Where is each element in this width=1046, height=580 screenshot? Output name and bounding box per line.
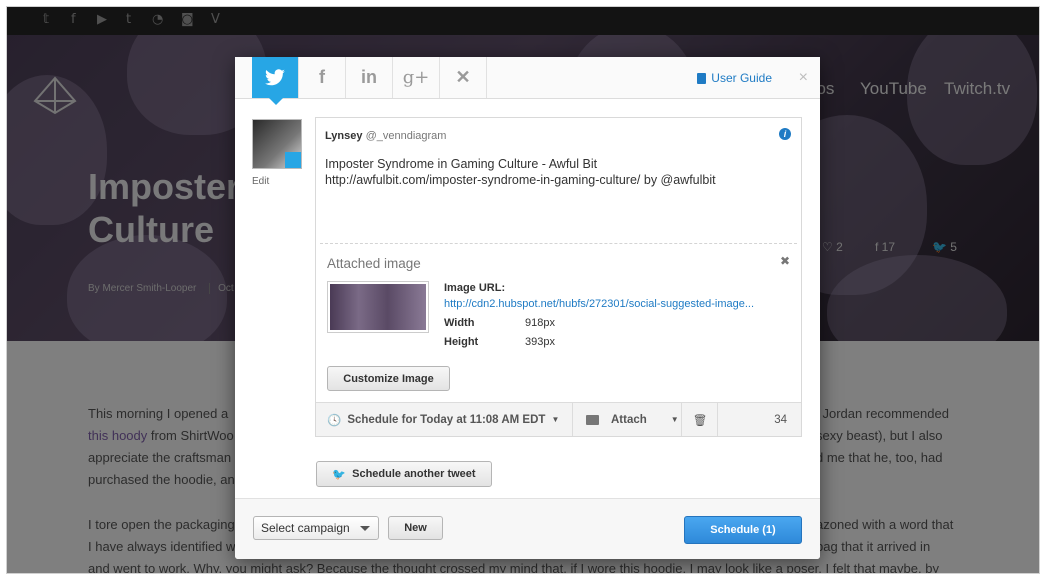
tab-twitter[interactable] xyxy=(252,57,299,105)
tab-facebook[interactable]: f xyxy=(299,57,346,98)
remove-image-icon[interactable]: ✖ xyxy=(780,254,790,268)
schedule-bar: 🕓 Schedule for Today at 11:08 AM EDT ▼ A… xyxy=(316,402,801,436)
tweet-textarea[interactable]: Imposter Syndrome in Gaming Culture - Aw… xyxy=(325,156,785,188)
new-campaign-button[interactable]: New xyxy=(388,516,443,540)
tab-google-plus[interactable]: g+ xyxy=(393,57,440,98)
schedule-button[interactable]: Schedule (1) xyxy=(684,516,802,544)
linkedin-icon: in xyxy=(361,67,377,87)
schedule-another-button[interactable]: 🐦 Schedule another tweet xyxy=(316,461,492,487)
tweet-composer: Lynsey @_venndiagram i Imposter Syndrome… xyxy=(315,117,802,437)
user-guide-link[interactable]: User Guide xyxy=(697,71,772,85)
image-url-link[interactable]: http://cdn2.hubspot.net/hubfs/272301/soc… xyxy=(444,298,789,310)
schedule-dropdown[interactable]: 🕓 Schedule for Today at 11:08 AM EDT ▼ xyxy=(316,403,573,436)
attach-dropdown[interactable]: Attach ▼ xyxy=(574,403,682,436)
char-count: 34 xyxy=(774,413,787,426)
network-tabs: f in g+ ✕ User Guide × xyxy=(235,57,820,105)
edit-account-link[interactable]: Edit xyxy=(252,176,269,187)
customize-image-button[interactable]: Customize Image xyxy=(327,366,450,391)
twitter-badge-icon xyxy=(285,152,301,168)
width-value: 918px xyxy=(525,317,555,329)
social-publish-modal: f in g+ ✕ User Guide × Edit Lynsey @_ven… xyxy=(235,57,820,559)
avatar[interactable] xyxy=(252,119,302,169)
chevron-down-icon: ▼ xyxy=(551,415,560,424)
xing-icon: ✕ xyxy=(455,67,471,87)
browser-frame: 𝕥 f ▶ t ◔ ◙ V eos YouTube Twitch.tv Impo… xyxy=(7,7,1039,573)
account-name: Lynsey @_venndiagram xyxy=(325,130,447,142)
modal-footer: Select campaign New Schedule (1) xyxy=(235,498,820,559)
twitter-icon xyxy=(265,68,285,85)
clock-icon: 🕓 xyxy=(327,414,342,427)
folder-icon xyxy=(586,414,599,425)
facebook-icon: f xyxy=(319,67,325,87)
book-icon xyxy=(697,72,707,84)
chevron-down-icon xyxy=(360,526,370,531)
divider xyxy=(320,243,797,244)
chevron-down-icon: ▼ xyxy=(670,415,679,424)
delete-icon[interactable]: 🗑 xyxy=(683,403,718,436)
image-url-label: Image URL: xyxy=(444,282,506,294)
attached-image-title: Attached image xyxy=(327,256,421,271)
google-plus-icon: g+ xyxy=(402,67,430,88)
tab-xing[interactable]: ✕ xyxy=(440,57,487,98)
campaign-select[interactable]: Select campaign xyxy=(253,516,379,540)
height-label: Height xyxy=(444,336,479,348)
width-label: Width xyxy=(444,317,475,329)
close-icon[interactable]: × xyxy=(799,69,808,87)
image-thumbnail xyxy=(327,281,429,333)
info-icon[interactable]: i xyxy=(779,128,791,140)
height-value: 393px xyxy=(525,336,555,348)
tab-linkedin[interactable]: in xyxy=(346,57,393,98)
twitter-icon: 🐦 xyxy=(332,468,347,481)
